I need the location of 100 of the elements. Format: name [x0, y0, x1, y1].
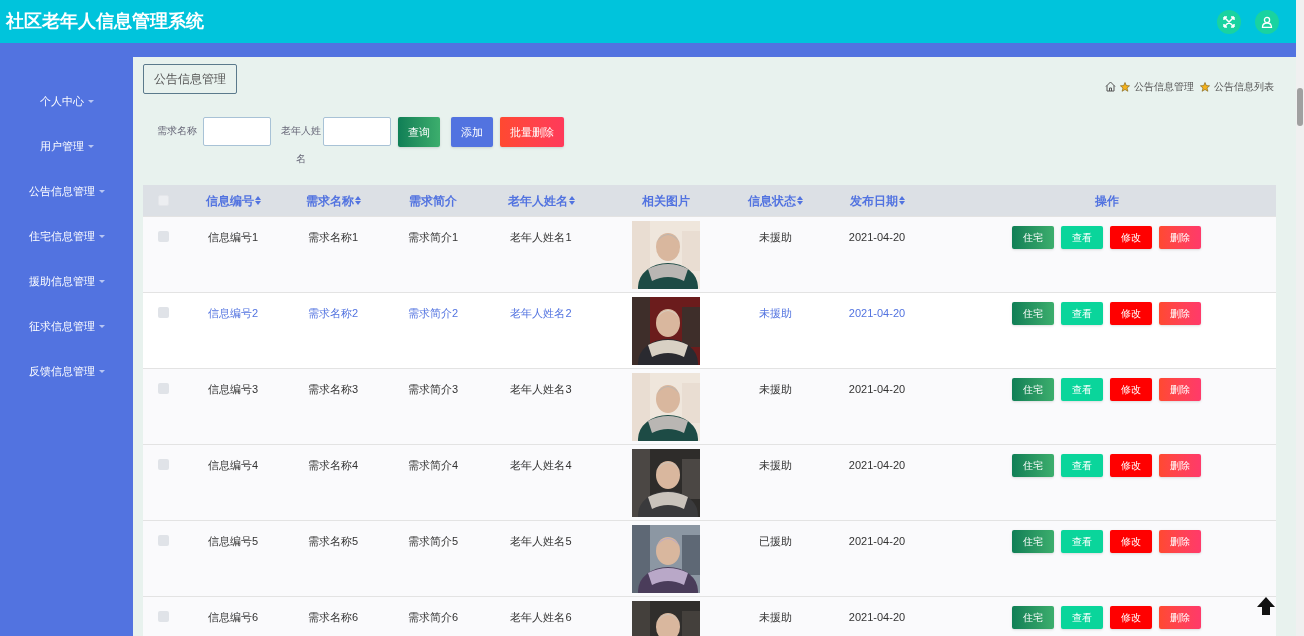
table-cell-text: 需求名称3: [307, 382, 359, 397]
table-cell-text: 需求名称1: [307, 230, 359, 245]
edit-button[interactable]: 修改: [1110, 606, 1152, 629]
sidebar-item[interactable]: 用户管理: [39, 124, 94, 169]
table-row[interactable]: 信息编号6 需求名称6 需求简介6 老年人姓名6 未援助 2021-04-20 住宅 查看 修改 删除: [143, 596, 1276, 636]
table-cell-text: 需求名称4: [307, 458, 359, 473]
house-button[interactable]: 住宅: [1012, 302, 1054, 325]
input-field[interactable]: [203, 117, 271, 146]
house-button[interactable]: 住宅: [1012, 530, 1054, 553]
table-row[interactable]: 信息编号4 需求名称4 需求简介4 老年人姓名4 未援助 2021-04-20 住宅 查看 修改 删除: [143, 444, 1276, 520]
table-row[interactable]: 信息编号3 需求名称3 需求简介3 老年人姓名3 未援助 2021-04-20 住宅 查看 修改 删除: [143, 368, 1276, 444]
column-header[interactable]: 信息状态: [747, 191, 803, 210]
date-text: 2021-04-20: [848, 458, 906, 473]
status-text: 未援助: [758, 458, 792, 473]
user-icon[interactable]: [1255, 9, 1279, 34]
edit-button[interactable]: 修改: [1110, 302, 1152, 325]
checkbox[interactable]: [157, 383, 169, 394]
delete-button[interactable]: 删除: [1159, 226, 1201, 249]
app-title: 社区老年人信息管理系统: [6, 10, 204, 33]
table-cell-text: 老年人姓名6: [510, 610, 572, 625]
star-icon: [1200, 81, 1210, 92]
checkbox[interactable]: [157, 535, 169, 546]
column-header: 相关图片: [642, 192, 690, 210]
table-row[interactable]: 信息编号1 需求名称1 需求简介1 老年人姓名1 未援助 2021-04-20 住宅 查看 修改 删除: [143, 216, 1276, 292]
checkbox[interactable]: [157, 611, 169, 622]
delete-button[interactable]: 删除: [1159, 302, 1201, 325]
sidebar-item[interactable]: 公告信息管理: [28, 169, 105, 214]
scrollbar[interactable]: [1296, 0, 1304, 636]
home-icon[interactable]: [1105, 81, 1116, 92]
sort-icon[interactable]: [898, 196, 905, 205]
scroll-top-icon[interactable]: [1256, 596, 1276, 616]
house-button[interactable]: 住宅: [1012, 226, 1054, 249]
star-icon: [1120, 81, 1130, 92]
input-field[interactable]: [323, 117, 391, 146]
field-label: 老年人姓名: [279, 124, 322, 166]
column-header: 需求简介: [409, 192, 457, 210]
sidebar-item[interactable]: 反馈信息管理: [28, 349, 105, 394]
sidebar-item[interactable]: 征求信息管理: [28, 304, 105, 349]
table-cell-text: 老年人姓名3: [510, 382, 572, 397]
checkbox[interactable]: [157, 459, 169, 470]
sort-icon[interactable]: [354, 196, 361, 205]
table-cell-text: 需求名称6: [307, 610, 359, 625]
add-button[interactable]: 添加: [451, 117, 493, 147]
date-text: 2021-04-20: [848, 610, 906, 625]
status-text: 未援助: [758, 382, 792, 397]
date-text: 2021-04-20: [848, 306, 906, 321]
table-cell-text: 信息编号4: [207, 458, 259, 473]
delete-button[interactable]: 删除: [1159, 530, 1201, 553]
date-text: 2021-04-20: [848, 534, 906, 549]
house-button[interactable]: 住宅: [1012, 378, 1054, 401]
table-cell-text: 信息编号6: [207, 610, 259, 625]
date-text: 2021-04-20: [848, 382, 906, 397]
status-text: 未援助: [758, 306, 792, 321]
edit-button[interactable]: 修改: [1110, 378, 1152, 401]
table-cell-text: 信息编号1: [207, 230, 259, 245]
status-text: 未援助: [758, 610, 792, 625]
checkbox[interactable]: [157, 307, 169, 318]
status-text: 未援助: [758, 230, 792, 245]
delete-button[interactable]: 删除: [1159, 454, 1201, 477]
house-button[interactable]: 住宅: [1012, 606, 1054, 629]
sort-icon[interactable]: [568, 196, 575, 205]
search-button[interactable]: 查询: [398, 117, 440, 147]
table-cell-text: 信息编号5: [207, 534, 259, 549]
table-cell-text: 需求简介2: [407, 306, 459, 321]
sidebar-item[interactable]: 援助信息管理: [28, 259, 105, 304]
table-row[interactable]: 信息编号5 需求名称5 需求简介5 老年人姓名5 已援助 2021-04-20 住宅 查看 修改 删除: [143, 520, 1276, 596]
sort-icon[interactable]: [796, 196, 803, 205]
table-cell-text: 需求简介4: [407, 458, 459, 473]
table-cell-text: 需求名称2: [307, 306, 359, 321]
table-cell-text: 老年人姓名5: [510, 534, 572, 549]
table-cell-text: 需求简介1: [407, 230, 459, 245]
page-title: 公告信息管理: [143, 64, 237, 94]
column-header[interactable]: 发布日期: [849, 191, 905, 210]
delete-button[interactable]: 删除: [1159, 378, 1201, 401]
table-cell-text: 需求简介5: [407, 534, 459, 549]
fullscreen-icon[interactable]: [1217, 9, 1241, 34]
status-text: 已援助: [758, 534, 792, 549]
edit-button[interactable]: 修改: [1110, 454, 1152, 477]
table-row[interactable]: 信息编号2 需求名称2 需求简介2 老年人姓名2 未援助 2021-04-20 住宅 查看 修改 删除: [143, 292, 1276, 368]
sidebar-item[interactable]: 个人中心: [39, 79, 94, 124]
table-cell-text: 需求简介3: [407, 382, 459, 397]
date-text: 2021-04-20: [848, 230, 906, 245]
table-cell-text: 需求简介6: [407, 610, 459, 625]
sidebar-item[interactable]: 住宅信息管理: [28, 214, 105, 259]
house-button[interactable]: 住宅: [1012, 454, 1054, 477]
breadcrumb-item[interactable]: 公告信息列表: [1214, 79, 1274, 94]
column-header: 操作: [1094, 192, 1119, 210]
table-cell-text: 老年人姓名4: [510, 458, 572, 473]
breadcrumb-item[interactable]: 公告信息管理: [1134, 79, 1194, 94]
edit-button[interactable]: 修改: [1110, 226, 1152, 249]
column-header[interactable]: 需求名称: [305, 191, 361, 210]
checkbox[interactable]: [157, 231, 169, 242]
delete-button[interactable]: 批量删除: [500, 117, 564, 147]
table-cell-text: 信息编号3: [207, 382, 259, 397]
delete-button[interactable]: 删除: [1159, 606, 1201, 629]
table-cell-text: 需求名称5: [307, 534, 359, 549]
sort-icon[interactable]: [254, 196, 261, 205]
edit-button[interactable]: 修改: [1110, 530, 1152, 553]
column-header[interactable]: 老年人姓名: [507, 191, 575, 210]
column-header[interactable]: 信息编号: [205, 191, 261, 210]
